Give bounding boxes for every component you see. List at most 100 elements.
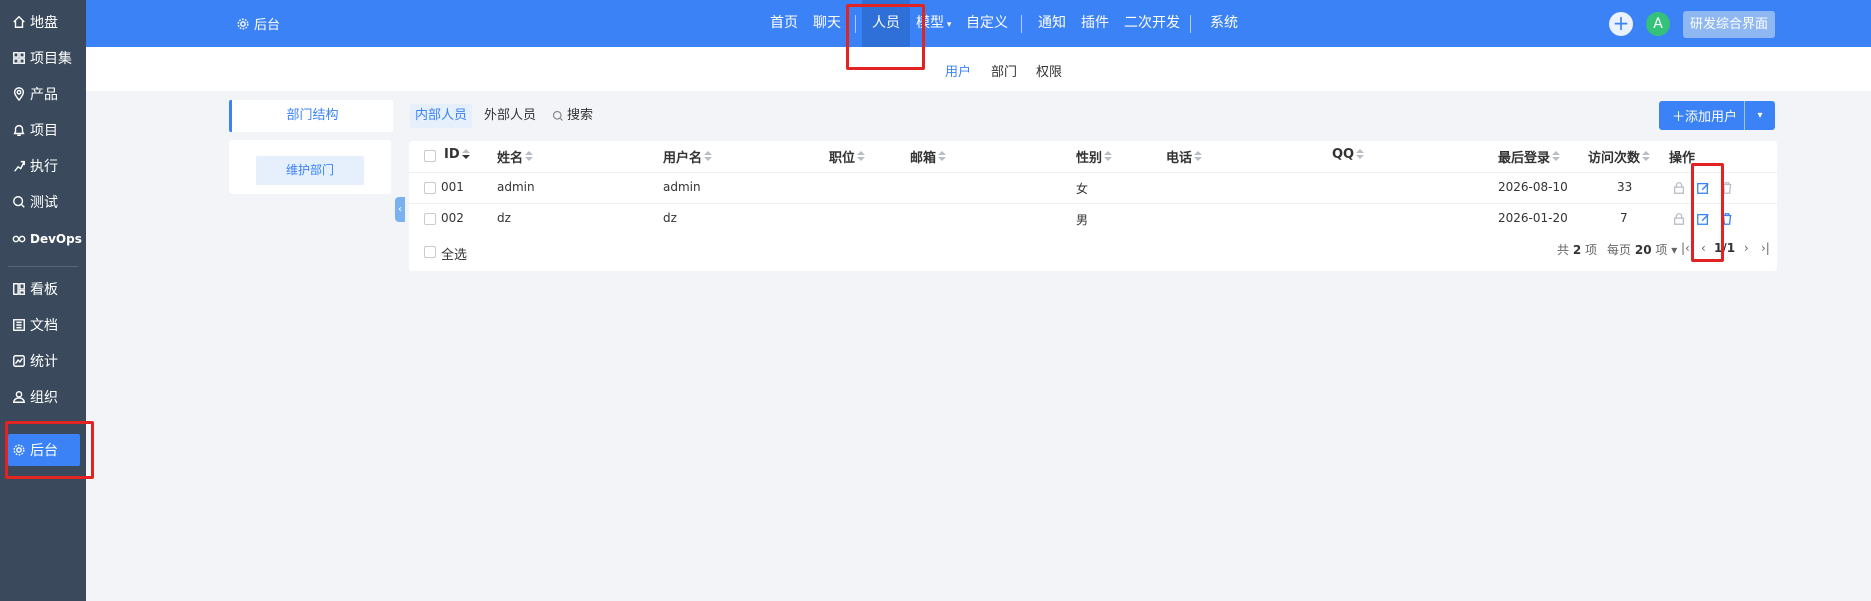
nav-notify[interactable]: 通知 [1038,0,1066,47]
sidebar-item-label: 测试 [30,195,58,211]
nav-model[interactable]: 模型 ▾ [916,0,951,47]
sidebar-item-admin[interactable]: 后台 [8,434,80,466]
table-header: ID 姓名 用户名 职位 邮箱 性别 电话 QQ 最后登录 访问次数 操作 [409,141,1777,172]
next-page-icon[interactable]: › [1744,241,1749,255]
chevron-left-icon: ‹ [398,204,402,215]
sidebar-item-project[interactable]: 项目 [8,114,80,146]
col-last-login[interactable]: 最后登录 [1498,147,1561,166]
lock-icon[interactable] [1672,212,1686,226]
col-qq[interactable]: QQ [1332,147,1365,162]
table-row[interactable]: 001 admin admin 女 2026-08-10 33 [409,172,1777,203]
search-toggle[interactable]: 搜索 [552,104,593,128]
sidebar-item-label: 执行 [30,159,58,175]
table-row[interactable]: 002 dz dz 男 2026-01-20 7 [409,203,1777,234]
col-label: 电话 [1166,151,1193,166]
nav-people[interactable]: 人员 [862,0,910,47]
maintain-dept-button[interactable]: 维护部门 [256,156,364,185]
search-icon [552,110,563,121]
sidebar-item-qa[interactable]: 测试 [8,186,80,218]
cell-account: admin [663,180,701,194]
search-icon [12,195,26,209]
row-checkbox[interactable] [424,213,436,225]
collapse-panel-toggle[interactable]: ‹ [395,197,405,222]
col-account[interactable]: 用户名 [663,147,713,166]
nav-chat[interactable]: 聊天 [813,0,841,47]
table-footer: 全选 共 2 项 每页 20 项 ▾ |‹ ‹ 1/1 › ›| [409,237,1777,267]
pager-text: 共 [1557,243,1570,257]
sidebar-item-label: 统计 [30,354,58,370]
edit-icon[interactable] [1696,181,1710,195]
chart-icon [12,354,26,368]
quick-create-button[interactable]: + [1609,12,1633,36]
header-checkbox[interactable] [424,150,436,162]
cell-visits: 33 [1617,180,1633,194]
col-label: 最后登录 [1498,151,1551,166]
col-gender[interactable]: 性别 [1076,147,1113,166]
sidebar-item-bi[interactable]: 统计 [8,345,80,377]
nav-dev[interactable]: 二次开发 [1124,0,1180,47]
sort-icon [938,150,947,163]
prev-page-icon[interactable]: ‹ [1701,241,1706,255]
sidebar-item-product[interactable]: 产品 [8,78,80,110]
top-nav: 首页 聊天 人员 模型 ▾ 自定义 通知 插件 二次开发 系统 [86,0,1871,47]
nav-home[interactable]: 首页 [770,0,798,47]
pager-text: 项 [1585,243,1598,257]
select-all-label[interactable]: 全选 [441,244,467,263]
delete-icon[interactable] [1720,181,1734,195]
sidebar-item-doc[interactable]: 文档 [8,309,80,341]
sidebar-item-program[interactable]: 项目集 [8,42,80,74]
row-checkbox[interactable] [424,182,436,194]
cell-realname[interactable]: dz [497,211,511,225]
sub-nav: 用户 部门 权限 [86,47,1871,91]
nav-separator [1190,15,1191,33]
first-page-icon[interactable]: |‹ [1681,241,1690,255]
lock-icon[interactable] [1672,181,1686,195]
sort-icon [525,150,534,163]
add-user-dropdown[interactable]: ▾ [1744,101,1775,130]
pager-per-page[interactable]: 每页 20 项 ▾ [1607,241,1677,258]
plus-icon: + [1612,11,1630,35]
sidebar-item-org[interactable]: 组织 [8,381,80,413]
sidebar-item-label: 地盘 [30,15,58,31]
edit-icon[interactable] [1696,212,1710,226]
col-actions: 操作 [1669,151,1696,166]
col-label: 访问次数 [1588,151,1641,166]
sort-icon [1356,148,1365,161]
user-icon [12,390,26,404]
dept-structure-tab[interactable]: 部门结构 [229,100,393,132]
tab-privilege[interactable]: 权限 [1036,61,1062,80]
tab-internal-users[interactable]: 内部人员 [410,104,473,128]
sidebar-item-label: 看板 [30,282,58,298]
nav-plugins[interactable]: 插件 [1081,0,1109,47]
col-email[interactable]: 邮箱 [910,147,947,166]
sidebar-item-devops[interactable]: DevOps [8,223,82,255]
cell-realname[interactable]: admin [497,180,535,194]
tab-users[interactable]: 用户 [945,61,971,80]
search-label: 搜索 [567,108,594,123]
select-all-checkbox[interactable] [424,246,436,258]
gear-icon [12,443,26,457]
col-id[interactable]: ID [444,147,470,162]
delete-icon[interactable] [1720,212,1734,226]
sidebar-item-execution[interactable]: 执行 [8,150,80,182]
avatar[interactable]: A [1646,12,1670,36]
sidebar-item-kanban[interactable]: 看板 [8,273,80,305]
grid-icon [12,51,26,65]
col-realname[interactable]: 姓名 [497,147,534,166]
nav-system[interactable]: 系统 [1210,0,1238,47]
add-user-button[interactable]: ＋添加用户 ▾ [1659,101,1775,130]
col-visits[interactable]: 访问次数 [1588,147,1651,166]
last-page-icon[interactable]: ›| [1761,241,1770,255]
col-role[interactable]: 职位 [829,147,866,166]
sidebar-item-label: 组织 [30,390,58,406]
home-icon [12,15,26,29]
workspace-switch-button[interactable]: 研发综合界面 [1683,11,1776,38]
nav-custom[interactable]: 自定义 [966,0,1008,47]
sidebar-item-dashboard[interactable]: 地盘 [8,6,80,38]
pager-total: 共 2 项 [1557,241,1597,258]
tab-external-users[interactable]: 外部人员 [484,104,536,128]
run-icon [12,159,26,173]
col-phone[interactable]: 电话 [1166,147,1203,166]
add-user-main[interactable]: ＋添加用户 [1659,106,1744,125]
tab-dept[interactable]: 部门 [991,61,1017,80]
